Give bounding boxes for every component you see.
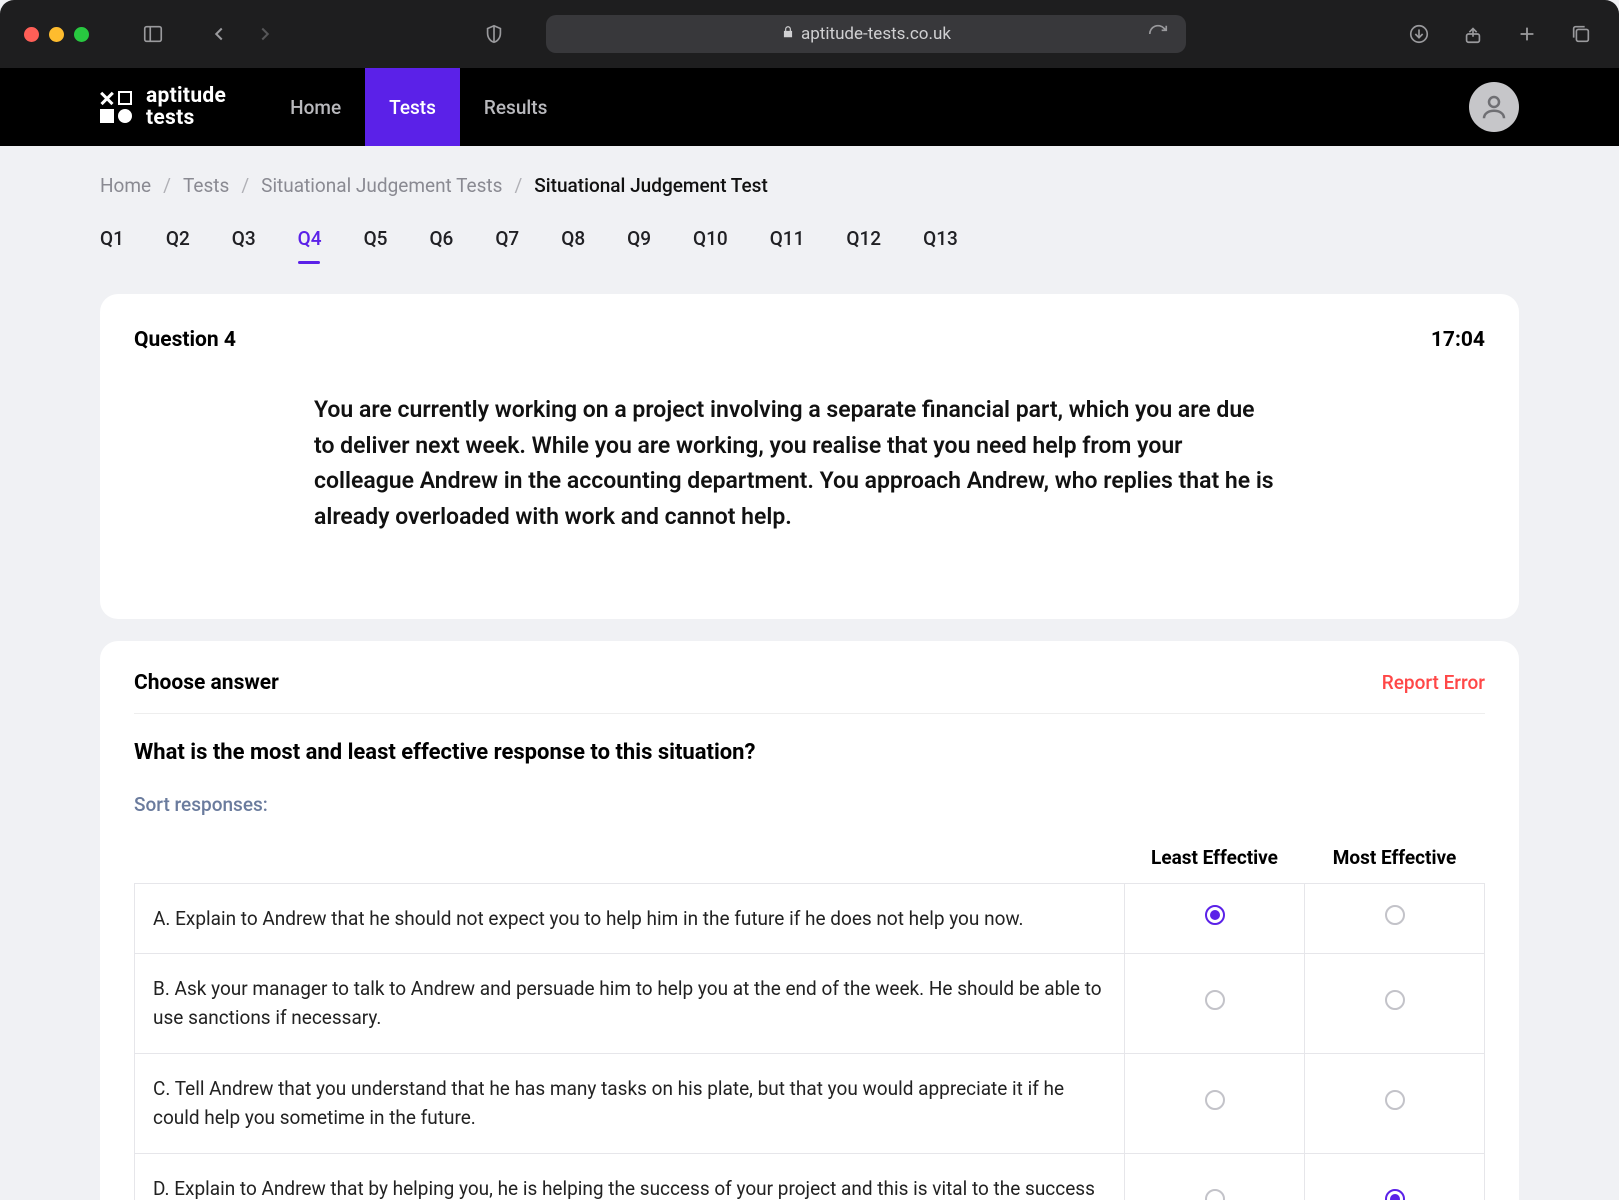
window-close-button[interactable] <box>24 27 39 42</box>
window-controls <box>24 27 89 42</box>
forward-button-icon[interactable] <box>251 20 279 48</box>
radio-most[interactable] <box>1385 990 1405 1010</box>
answers-prompt: What is the most and least effective res… <box>134 740 1485 765</box>
browser-toolbar: aptitude-tests.co.uk <box>0 0 1619 68</box>
window-fullscreen-button[interactable] <box>74 27 89 42</box>
answer-row: A. Explain to Andrew that he should not … <box>135 883 1485 953</box>
address-bar[interactable]: aptitude-tests.co.uk <box>546 15 1186 53</box>
question-tab-q11[interactable]: Q11 <box>770 227 805 260</box>
question-tab-q5[interactable]: Q5 <box>364 227 388 260</box>
radio-least[interactable] <box>1205 1189 1225 1200</box>
tabs-overview-icon[interactable] <box>1567 20 1595 48</box>
col-least: Least Effective <box>1125 832 1305 884</box>
logo-text: aptitude tests <box>146 85 226 129</box>
app-navbar: aptitude tests HomeTestsResults <box>0 68 1619 146</box>
answer-text: C. Tell Andrew that you understand that … <box>135 1053 1125 1153</box>
question-tab-q6[interactable]: Q6 <box>429 227 453 260</box>
question-tab-q10[interactable]: Q10 <box>693 227 728 260</box>
radio-most[interactable] <box>1385 1090 1405 1110</box>
timer: 17:04 <box>1431 328 1485 352</box>
breadcrumb-link[interactable]: Tests <box>183 174 229 197</box>
nav-item-home[interactable]: Home <box>266 68 365 146</box>
answer-text: B. Ask your manager to talk to Andrew an… <box>135 954 1125 1054</box>
refresh-icon[interactable] <box>1144 20 1172 48</box>
answer-row: D. Explain to Andrew that by helping you… <box>135 1153 1485 1200</box>
answer-row: B. Ask your manager to talk to Andrew an… <box>135 954 1485 1054</box>
question-tab-q4[interactable]: Q4 <box>298 227 322 260</box>
new-tab-icon[interactable] <box>1513 20 1541 48</box>
breadcrumb-link[interactable]: Home <box>100 174 151 197</box>
question-tab-q9[interactable]: Q9 <box>627 227 651 260</box>
report-error-link[interactable]: Report Error <box>1382 671 1485 694</box>
question-tab-q3[interactable]: Q3 <box>232 227 256 260</box>
window-minimize-button[interactable] <box>49 27 64 42</box>
answer-text: D. Explain to Andrew that by helping you… <box>135 1153 1125 1200</box>
breadcrumb-link[interactable]: Situational Judgement Tests <box>261 174 502 197</box>
radio-most[interactable] <box>1385 1189 1405 1200</box>
avatar[interactable] <box>1469 82 1519 132</box>
question-tab-q2[interactable]: Q2 <box>166 227 190 260</box>
question-card: Question 4 17:04 You are currently worki… <box>100 294 1519 619</box>
radio-least[interactable] <box>1205 990 1225 1010</box>
privacy-shield-icon[interactable] <box>480 20 508 48</box>
answers-table: Least Effective Most Effective A. Explai… <box>134 832 1485 1200</box>
breadcrumb-separator: / <box>241 174 249 197</box>
breadcrumb-separator: / <box>163 174 171 197</box>
downloads-icon[interactable] <box>1405 20 1433 48</box>
question-tab-q1[interactable]: Q1 <box>100 227 124 260</box>
answers-card: Choose answer Report Error What is the m… <box>100 641 1519 1200</box>
url-text: aptitude-tests.co.uk <box>801 24 951 44</box>
radio-least[interactable] <box>1205 905 1225 925</box>
nav-item-tests[interactable]: Tests <box>365 68 460 146</box>
question-tabs: Q1 Q2 Q3 Q4 Q5 Q6 Q7 Q8 Q9 Q10 Q11 Q12 Q13 <box>100 227 1519 260</box>
answer-row: C. Tell Andrew that you understand that … <box>135 1053 1485 1153</box>
breadcrumb-current: Situational Judgement Test <box>534 174 768 197</box>
logo[interactable]: aptitude tests <box>100 85 226 129</box>
breadcrumb-separator: / <box>514 174 522 197</box>
lock-icon <box>781 25 795 43</box>
share-icon[interactable] <box>1459 20 1487 48</box>
col-most: Most Effective <box>1305 832 1485 884</box>
question-tab-q13[interactable]: Q13 <box>923 227 958 260</box>
sidebar-toggle-icon[interactable] <box>139 20 167 48</box>
logo-mark-icon <box>100 91 132 123</box>
question-tab-q7[interactable]: Q7 <box>495 227 519 260</box>
radio-most[interactable] <box>1385 905 1405 925</box>
logo-line2: tests <box>146 107 226 129</box>
radio-least[interactable] <box>1205 1090 1225 1110</box>
sort-label: Sort responses: <box>134 793 1485 816</box>
question-label: Question 4 <box>134 328 236 352</box>
logo-line1: aptitude <box>146 85 226 107</box>
back-button-icon[interactable] <box>205 20 233 48</box>
nav-item-results[interactable]: Results <box>460 68 571 146</box>
answers-header: Choose answer <box>134 671 279 695</box>
user-icon <box>1479 92 1509 122</box>
question-tab-q12[interactable]: Q12 <box>846 227 881 260</box>
breadcrumb: Home / Tests / Situational Judgement Tests / S… <box>100 174 1519 197</box>
answer-text: A. Explain to Andrew that he should not … <box>135 883 1125 953</box>
question-body: You are currently working on a project i… <box>314 392 1274 535</box>
question-tab-q8[interactable]: Q8 <box>561 227 585 260</box>
